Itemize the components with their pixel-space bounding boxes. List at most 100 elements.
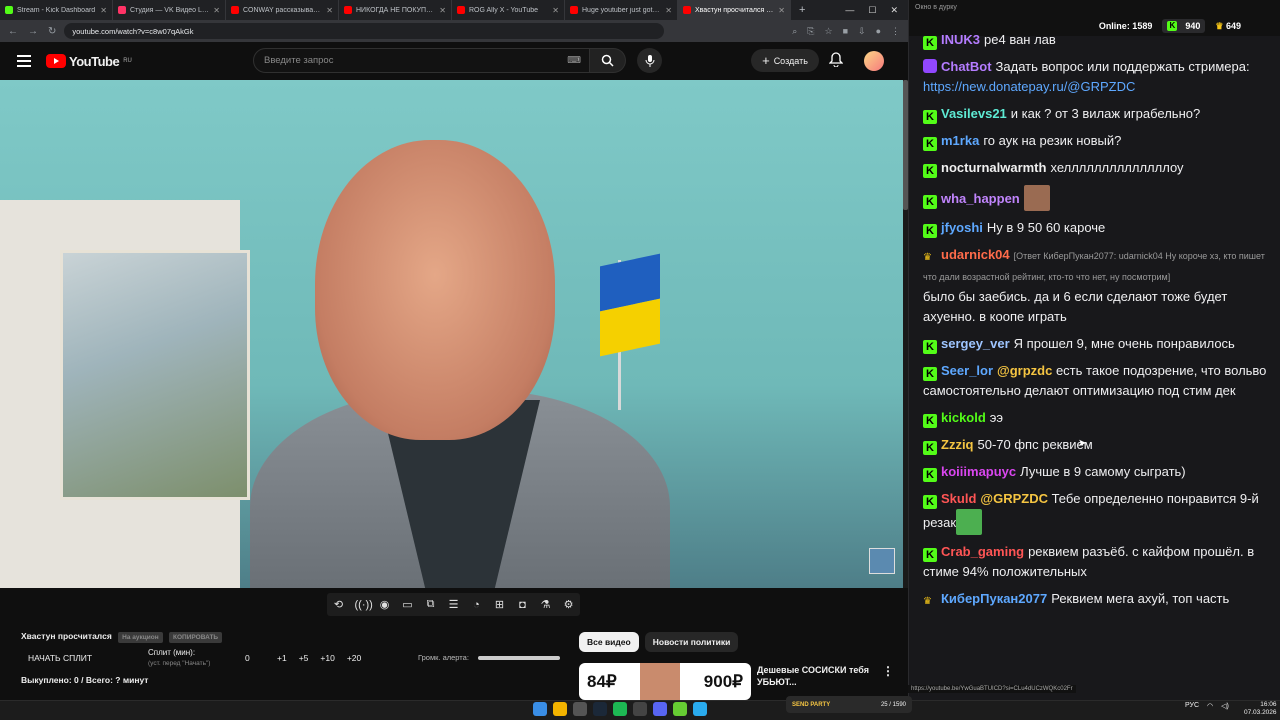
minimize-icon[interactable]: —	[845, 5, 854, 16]
browser-tab[interactable]: CONWAY рассказывает как... ✕	[226, 0, 339, 20]
subtitles-icon[interactable]: ☰	[447, 598, 461, 611]
clock[interactable]: 16:06 07.03.2026	[1244, 701, 1277, 717]
search-input[interactable]: Введите запрос ⌨	[253, 48, 590, 73]
share-icon[interactable]: ⎘	[807, 26, 814, 37]
chat-username[interactable]: m1rka	[941, 133, 979, 148]
new-tab-button[interactable]: +	[791, 4, 813, 16]
speed-icon[interactable]: ◔	[470, 599, 484, 611]
chat-username[interactable]: Skuld	[941, 491, 976, 506]
split-step-button[interactable]: +1	[277, 653, 287, 663]
telegram-icon[interactable]	[693, 702, 707, 716]
tab-favicon-icon	[683, 6, 691, 14]
chat-username[interactable]: jfyoshi	[941, 220, 983, 235]
download-icon[interactable]: ⇩	[858, 26, 866, 37]
youtube-logo[interactable]: YouTube RU	[46, 54, 132, 69]
maximize-icon[interactable]: ☐	[868, 5, 876, 16]
browser-tab[interactable]: Хвастун просчитался - YouTube✕	[678, 0, 791, 20]
copy-button[interactable]: КОПИРОВАТЬ	[169, 632, 223, 643]
chat-username[interactable]: udarnick04	[941, 247, 1010, 262]
chat-username[interactable]: Crab_gaming	[941, 544, 1024, 559]
record-icon[interactable]: ◉	[378, 598, 392, 611]
keyboard-icon[interactable]: ⌨	[567, 55, 581, 66]
settings-gear-icon[interactable]: ⚙	[562, 598, 576, 611]
reload-icon[interactable]: ↻	[48, 26, 56, 37]
back-icon[interactable]: ←	[8, 26, 18, 37]
tab-close-icon[interactable]: ✕	[665, 6, 672, 15]
chip-all-videos[interactable]: Все видео	[579, 632, 639, 652]
chat-username[interactable]: koiiimapuyc	[941, 464, 1016, 479]
menu-icon[interactable]: ⋮	[891, 26, 900, 37]
video-player[interactable]	[0, 80, 903, 588]
close-icon[interactable]: ✕	[890, 5, 898, 16]
tab-close-icon[interactable]: ✕	[326, 6, 333, 15]
chat-username[interactable]: kickold	[941, 410, 986, 425]
chat-username[interactable]: КиберПукан2077	[941, 591, 1047, 606]
start-icon[interactable]	[533, 702, 547, 716]
chat-username[interactable]: wha_happen	[941, 191, 1020, 206]
obs-icon[interactable]	[633, 702, 647, 716]
browser-tab[interactable]: НИКОГДА НЕ ПОКУПАЙ ... ✕	[339, 0, 452, 20]
tab-close-icon[interactable]: ✕	[552, 6, 559, 15]
clip-icon[interactable]: ▭	[401, 598, 415, 611]
zoom-icon[interactable]: ⌕	[792, 26, 797, 37]
create-button[interactable]: + Создать	[751, 49, 819, 72]
tab-close-icon[interactable]: ✕	[213, 6, 220, 15]
tab-close-icon[interactable]: ✕	[778, 6, 785, 15]
browser-tab[interactable]: Stream - Kick Dashboard ✕	[0, 0, 113, 20]
chat-username[interactable]: ChatBot	[941, 59, 992, 74]
more-options-icon[interactable]: ⋮	[882, 664, 894, 678]
channel-watermark[interactable]	[869, 548, 895, 574]
lab-icon[interactable]: ⚗	[539, 598, 553, 611]
browser-tab[interactable]: Huge youtuber just got ban... ✕	[565, 0, 678, 20]
hamburger-menu-icon[interactable]	[17, 55, 31, 67]
screenshot-icon[interactable]: ◘	[516, 599, 530, 611]
broadcast-icon[interactable]: ((·))	[355, 599, 373, 611]
auction-button[interactable]: На аукцион	[118, 632, 163, 643]
wifi-icon[interactable]: ◠	[1207, 702, 1213, 710]
explorer-icon[interactable]	[573, 702, 587, 716]
discord-icon[interactable]	[653, 702, 667, 716]
search-button[interactable]	[590, 48, 626, 73]
browser-tab[interactable]: ROG Ally X - YouTube ✕	[452, 0, 565, 20]
start-split-button[interactable]: НАЧАТЬ СПЛИТ	[28, 653, 92, 663]
recommended-title[interactable]: Дешевые СОСИСКИ тебя УБЬЮТ...	[757, 664, 877, 688]
chat-username[interactable]: nocturnalwarmth	[941, 160, 1046, 175]
recommended-thumbnail[interactable]: 84₽ 900₽	[579, 663, 751, 700]
chat-username[interactable]: Vasilevs21	[941, 106, 1007, 121]
chat-username[interactable]: Seer_lor	[941, 363, 993, 378]
language-indicator[interactable]: РУС	[1185, 702, 1199, 710]
add-icon[interactable]: ⊞	[493, 598, 507, 611]
app-icon[interactable]	[673, 702, 687, 716]
steam-icon[interactable]	[593, 702, 607, 716]
volume-icon[interactable]: ◁)	[1221, 702, 1229, 710]
chat-link[interactable]: https://new.donatepay.ru/@GRPZDC	[923, 79, 1135, 94]
chat-message: K Vasilevs21 и как ? от 3 вилаж играбельно…	[923, 104, 1268, 124]
chat-username[interactable]: INUK3	[941, 32, 980, 47]
split-step-button[interactable]: +10	[320, 653, 334, 663]
chat-username[interactable]: Zzziq	[941, 437, 974, 452]
chip-politics-news[interactable]: Новости политики	[644, 632, 739, 652]
split-value[interactable]: 0	[245, 653, 250, 663]
bookmark-icon[interactable]: ☆	[825, 26, 833, 37]
party-widget[interactable]: SEND PARTY 25 / 1590	[786, 696, 912, 713]
avatar[interactable]	[864, 51, 884, 71]
pip-icon[interactable]: ⧉	[424, 598, 438, 611]
url-field[interactable]: youtube.com/watch?v=c8w07qAkGk	[64, 23, 665, 39]
chat-message: Ksergey_ver Я прошел 9, мне очень понрави…	[923, 334, 1268, 354]
split-step-button[interactable]: +20	[347, 653, 361, 663]
notifications-bell-icon[interactable]	[828, 52, 844, 72]
tab-close-icon[interactable]: ✕	[439, 6, 446, 15]
tab-title: CONWAY рассказывает как...	[243, 6, 322, 14]
chat-username[interactable]: sergey_ver	[941, 336, 1010, 351]
forward-icon[interactable]: →	[28, 26, 38, 37]
extension-icon[interactable]: ■	[843, 26, 848, 37]
profile-icon[interactable]: ●	[876, 26, 881, 37]
alert-volume-slider[interactable]	[478, 656, 560, 660]
voice-search-button[interactable]	[637, 48, 662, 73]
split-step-button[interactable]: +5	[299, 653, 309, 663]
tab-close-icon[interactable]: ✕	[100, 6, 107, 15]
chrome-icon[interactable]	[553, 702, 567, 716]
spotify-icon[interactable]	[613, 702, 627, 716]
browser-tab[interactable]: Студия — VK Видео Live ✕	[113, 0, 226, 20]
loop-icon[interactable]: ⟲	[332, 598, 346, 611]
